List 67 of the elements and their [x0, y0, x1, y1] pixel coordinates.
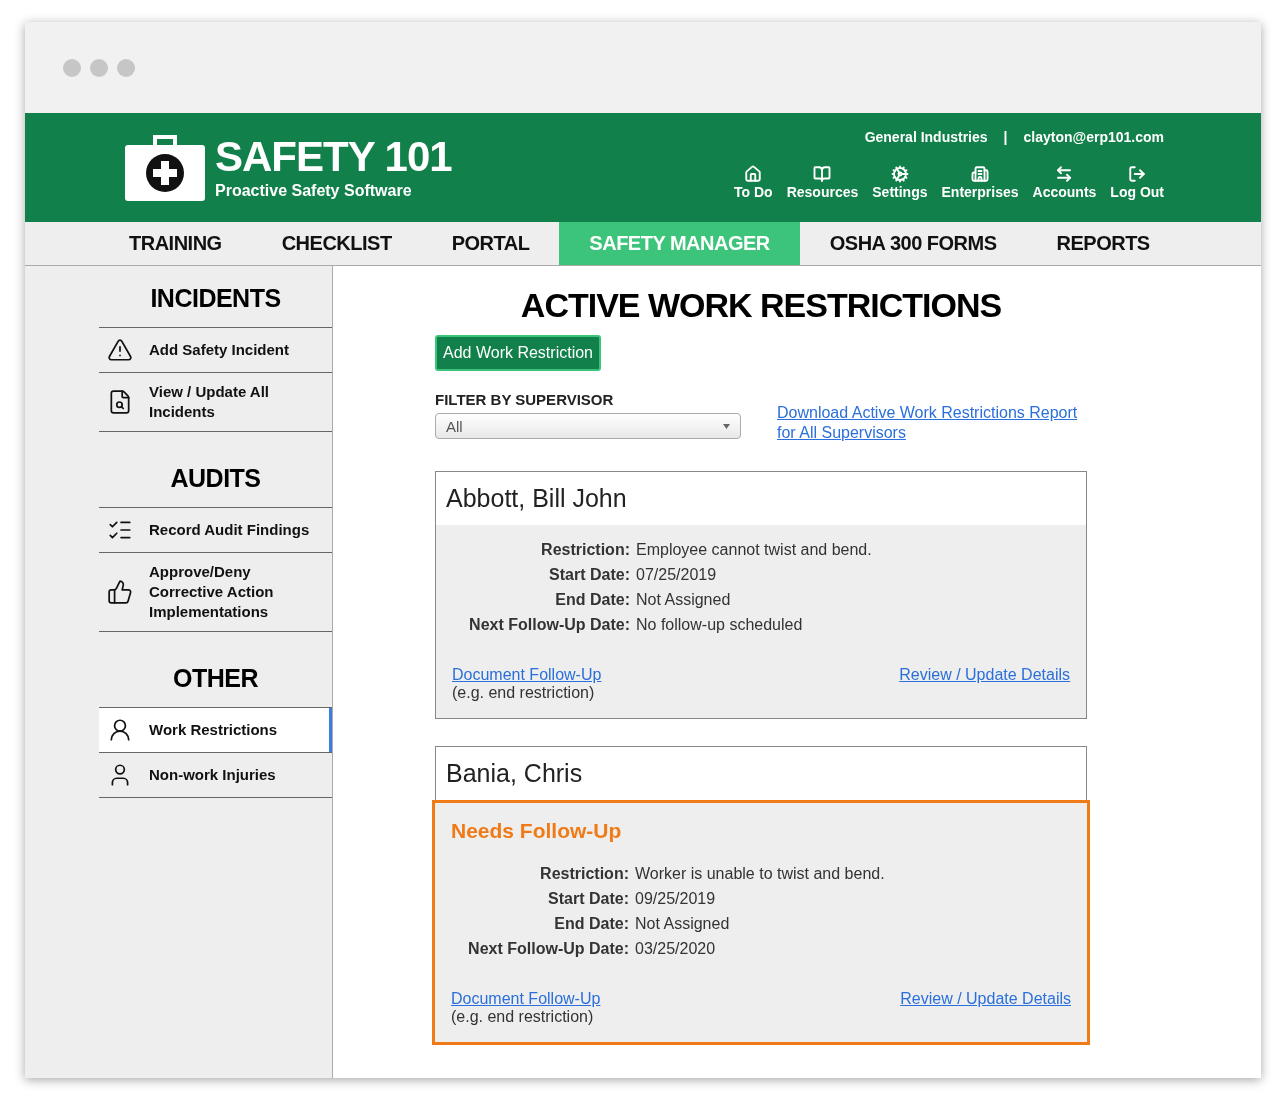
filter-label: FILTER BY SUPERVISOR — [435, 391, 615, 408]
field-label: Next Follow-Up Date: — [468, 616, 630, 634]
nav-tab[interactable]: REPORTS — [1026, 222, 1180, 265]
header-link[interactable]: Log Out — [1110, 165, 1164, 200]
window-control-dot[interactable] — [90, 59, 108, 77]
add-work-restriction-button[interactable]: Add Work Restriction — [435, 335, 601, 371]
download-link[interactable]: Download Active Work Restrictions Report for All Supervisors — [777, 403, 1087, 443]
logout-icon — [1128, 165, 1147, 183]
arrows-icon — [1055, 165, 1074, 183]
home-icon — [744, 165, 763, 183]
field-label: Next Follow-Up Date: — [467, 940, 629, 958]
sidebar-item[interactable]: Approve/Deny Corrective Action Implementations — [99, 552, 332, 631]
page-title: ACTIVE WORK RESTRICTIONS — [519, 286, 1003, 325]
field-label: End Date: — [553, 915, 629, 933]
field-label: Restriction: — [540, 541, 630, 559]
field-label: Restriction: — [539, 865, 629, 883]
field-label: Start Date: — [548, 566, 630, 584]
sidebar-item[interactable]: Add Safety Incident — [99, 327, 332, 372]
gear-icon — [890, 165, 909, 183]
dropdown-caret-icon — [723, 423, 730, 429]
sidebar-item[interactable]: View / Update All Incidents — [99, 372, 332, 431]
section-title: OTHER — [172, 663, 259, 694]
separator: | — [1003, 129, 1008, 145]
hint-text: (e.g. end restriction) — [452, 684, 596, 702]
review-details-link[interactable]: Review / Update Details — [899, 666, 1070, 684]
field-label: Start Date: — [547, 890, 629, 908]
field-value: Not Assigned — [636, 591, 732, 609]
company-name: General Industries — [864, 129, 988, 145]
logo-title: SAFETY 101 — [215, 135, 452, 178]
first-aid-kit-icon — [125, 132, 205, 203]
header-link[interactable]: Resources — [786, 165, 859, 200]
field-value: Employee cannot twist and bend. — [636, 541, 873, 559]
nav-tab[interactable]: TRAINING — [99, 222, 252, 265]
field-value: 09/25/2019 — [635, 890, 717, 908]
building-icon — [971, 165, 989, 183]
thumbs-up-icon — [107, 579, 133, 605]
sidebar-item[interactable]: Non-work Injuries — [99, 752, 332, 797]
header-link[interactable]: To Do — [734, 165, 773, 200]
field-value: 07/25/2019 — [636, 566, 718, 584]
supervisor-select[interactable]: All — [435, 413, 741, 439]
sidebar-item[interactable]: Record Audit Findings — [99, 507, 332, 552]
header-link[interactable]: Accounts — [1032, 165, 1097, 200]
user-email: clayton@erp101.com — [1023, 129, 1164, 145]
document-follow-up-link[interactable]: Document Follow-Up — [451, 990, 601, 1007]
field-value: Not Assigned — [635, 915, 731, 933]
book-icon — [813, 165, 832, 183]
document-search-icon — [107, 389, 133, 415]
nav-tab[interactable]: PORTAL — [421, 222, 560, 265]
review-details-link[interactable]: Review / Update Details — [900, 990, 1071, 1008]
window-control-dot[interactable] — [117, 59, 135, 77]
warning-icon — [107, 337, 133, 363]
field-label: End Date: — [554, 591, 630, 609]
logo-subtitle: Proactive Safety Software — [215, 181, 413, 200]
window-control-dot[interactable] — [63, 59, 81, 77]
document-follow-up-link[interactable]: Document Follow-Up — [452, 666, 602, 683]
field-value: Worker is unable to twist and bend. — [635, 865, 886, 883]
field-value: 03/25/2020 — [635, 940, 717, 958]
nav-tab[interactable]: OSHA 300 FORMS — [799, 222, 1027, 265]
header-link[interactable]: Settings — [872, 165, 928, 200]
hint-text: (e.g. end restriction) — [451, 1008, 595, 1026]
status-label: Needs Follow-Up — [451, 819, 623, 843]
sidebar-item[interactable]: Work Restrictions — [99, 707, 332, 752]
field-value: No follow-up scheduled — [636, 616, 804, 634]
header-link[interactable]: Enterprises — [941, 165, 1019, 200]
section-title: AUDITS — [169, 463, 262, 494]
nav-tab[interactable]: CHECKLIST — [251, 222, 422, 265]
section-title: INCIDENTS — [149, 283, 282, 314]
